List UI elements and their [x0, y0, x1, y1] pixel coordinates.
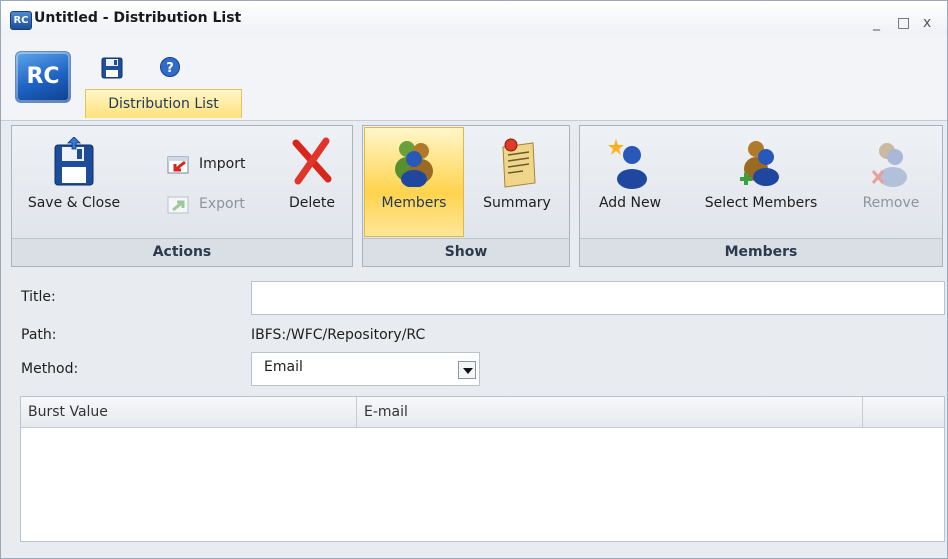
delete-button[interactable]: Delete [277, 125, 347, 235]
application-menu-button[interactable]: RC [15, 51, 71, 103]
title-label: Title: [21, 289, 56, 305]
members-view-label: Members [381, 195, 447, 211]
svg-text:?: ? [166, 61, 174, 76]
add-new-button[interactable]: Add New [585, 125, 675, 235]
import-label: Import [199, 156, 246, 172]
group-label: Members [580, 238, 942, 266]
title-bar[interactable]: RC Untitled - Distribution List _ □ x [1, 1, 947, 35]
distribution-list-window: RC Untitled - Distribution List _ □ x RC… [0, 0, 948, 559]
tab-distribution-list[interactable]: Distribution List [85, 89, 242, 118]
select-members-button[interactable]: Select Members [689, 125, 833, 235]
add-new-member-icon [608, 139, 647, 189]
save-close-button[interactable]: Save & Close [19, 125, 129, 235]
column-header-extra[interactable] [863, 397, 944, 428]
remove-label: Remove [862, 195, 920, 211]
minimize-button[interactable]: _ [873, 15, 880, 31]
export-label: Export [199, 196, 245, 212]
members-group-icon [395, 141, 433, 187]
delete-x-icon [292, 137, 332, 185]
method-select[interactable]: Email [251, 352, 480, 386]
add-new-label: Add New [598, 195, 662, 211]
export-button[interactable]: Export [167, 193, 267, 215]
method-label: Method: [21, 361, 79, 377]
tab-label: Distribution List [108, 96, 219, 112]
remove-member-icon [871, 143, 907, 187]
delete-label: Delete [289, 195, 335, 211]
close-button[interactable]: x [923, 15, 931, 31]
import-button[interactable]: Import [167, 153, 267, 175]
column-header-email[interactable]: E-mail [357, 397, 863, 428]
column-header-burst-value[interactable]: Burst Value [21, 397, 357, 428]
grid-header: Burst Value E-mail [21, 397, 944, 428]
floppy-disk-icon[interactable] [101, 57, 123, 79]
maximize-button[interactable]: □ [897, 15, 910, 31]
window-title: Untitled - Distribution List [34, 10, 242, 26]
path-label: Path: [21, 327, 57, 343]
export-icon [167, 196, 189, 214]
group-label: Show [363, 238, 569, 266]
select-members-label: Select Members [704, 195, 818, 211]
members-view-button[interactable]: Members [364, 125, 464, 235]
dropdown-arrow-icon[interactable] [458, 361, 476, 379]
save-close-label: Save & Close [27, 195, 121, 211]
select-members-icon [740, 141, 779, 186]
summary-label: Summary [483, 195, 551, 211]
method-selected-value: Email [264, 359, 303, 375]
help-icon[interactable]: ? [159, 56, 181, 78]
path-value: IBFS:/WFC/Repository/RC [251, 327, 426, 343]
title-input[interactable] [251, 281, 945, 315]
app-logo-icon: RC [10, 11, 32, 30]
group-label: Actions [12, 238, 352, 266]
summary-button[interactable]: Summary [471, 125, 563, 235]
members-grid[interactable]: Burst Value E-mail [20, 396, 945, 542]
save-close-icon [54, 137, 94, 186]
summary-document-icon [502, 138, 536, 188]
import-icon [167, 156, 189, 174]
remove-button[interactable]: Remove [845, 125, 937, 235]
